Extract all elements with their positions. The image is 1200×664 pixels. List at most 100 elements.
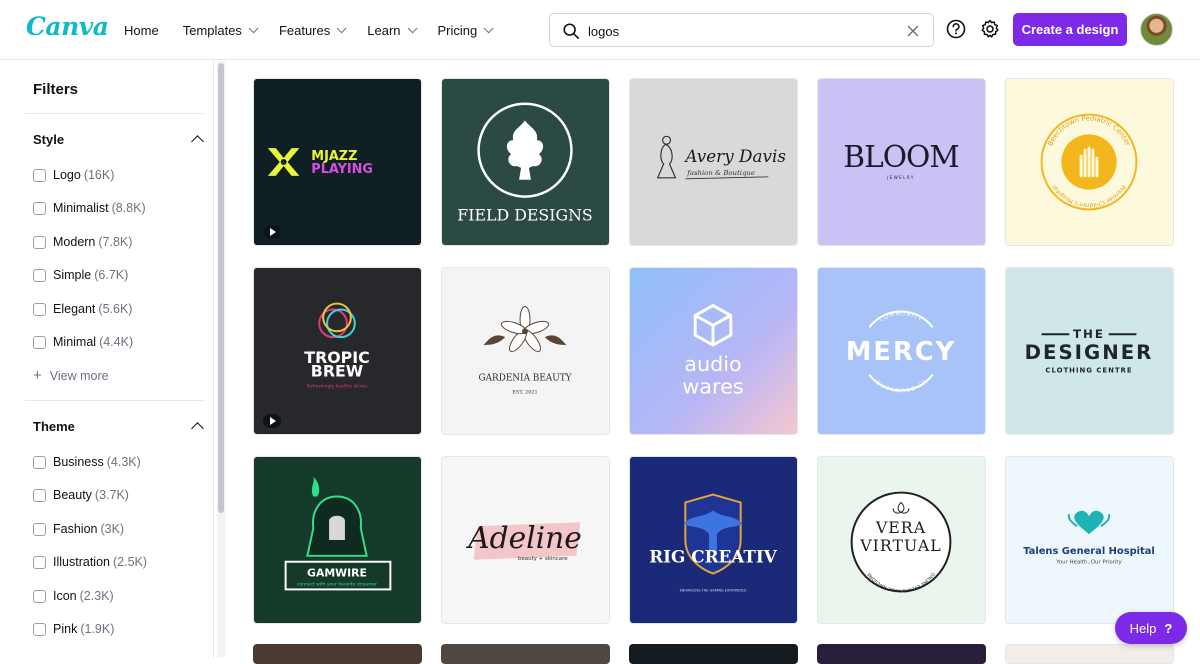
option-count: (3K)	[100, 522, 125, 536]
rig-creativ-artwork: RIG CREATIV ENHANCING THE GAMING EXPERIE…	[630, 457, 797, 623]
template-card-mjazz[interactable]: MJAZZ PLAYING	[253, 78, 422, 246]
template-card-mercy[interactable]: MERCY COMMUNITY OF BELIEVERS	[817, 267, 986, 435]
mjazz-artwork: MJAZZ PLAYING	[254, 79, 421, 245]
template-card-avery-davis[interactable]: Avery Davis fashion & Boutique	[629, 78, 798, 246]
search-input[interactable]	[588, 20, 888, 42]
view-more-label: View more	[49, 369, 109, 383]
nav-pricing[interactable]: Pricing	[426, 0, 503, 60]
checkbox[interactable]	[33, 622, 46, 636]
template-card-partial[interactable]	[253, 644, 422, 664]
template-card-tropic-brew[interactable]: TROPIC BREW Refreshingly healthy drinks	[253, 267, 422, 435]
checkbox[interactable]	[33, 522, 46, 536]
tropic-tagline: Refreshingly healthy drinks	[307, 384, 368, 390]
chevron-down-icon	[336, 22, 347, 33]
theme-heading[interactable]: Theme	[33, 419, 75, 434]
checkbox[interactable]	[33, 335, 46, 349]
view-more-link[interactable]: + View more	[33, 367, 109, 384]
nav-templates[interactable]: Templates	[171, 0, 267, 60]
tropic-line-2: BREW	[311, 362, 363, 381]
divider	[25, 113, 205, 114]
talens-artwork: Talens General Hospital Your Health, Our…	[1006, 457, 1173, 623]
adeline-name: Adeline	[465, 520, 581, 555]
checkbox[interactable]	[33, 302, 46, 316]
template-card-bloom[interactable]: BLOOM JEWELRY	[817, 78, 986, 246]
template-card-gamwire[interactable]: GAMWIRE connect with your favorite strea…	[253, 456, 422, 624]
template-card-gardenia[interactable]: GARDENIA BEAUTY EST. 2021	[441, 267, 610, 435]
filter-theme-pink[interactable]: Pink (1.9K)	[33, 622, 114, 636]
canva-logo[interactable]: Canva	[26, 12, 109, 41]
checkbox[interactable]	[33, 168, 46, 182]
plus-icon: +	[33, 367, 42, 384]
search-icon	[563, 23, 580, 40]
tropic-brew-artwork: TROPIC BREW Refreshingly healthy drinks	[254, 268, 421, 434]
template-card-vera-virtual[interactable]: VERA VIRTUAL ONLINE EVENTS MADE AWESOME	[817, 456, 986, 624]
checkbox[interactable]	[33, 555, 46, 569]
template-card-talens[interactable]: Talens General Hospital Your Health, Our…	[1005, 456, 1174, 624]
template-card-partial[interactable]	[629, 644, 798, 664]
option-label: Icon	[53, 589, 77, 603]
template-card-rig-creativ[interactable]: RIG CREATIV ENHANCING THE GAMING EXPERIE…	[629, 456, 798, 624]
avery-davis-sub: fashion & Boutique	[686, 169, 755, 177]
field-designs-artwork: FIELD DESIGNS	[442, 79, 609, 245]
option-label: Fashion	[53, 522, 98, 536]
filter-theme-business[interactable]: Business (4.3K)	[33, 455, 141, 469]
gardenia-est: EST. 2021	[512, 389, 537, 395]
template-card-partial[interactable]	[1005, 644, 1174, 664]
chevron-up-icon[interactable]	[191, 422, 204, 435]
filter-style-elegant[interactable]: Elegant (5.6K)	[33, 302, 132, 316]
checkbox[interactable]	[33, 235, 46, 249]
option-count: (8.8K)	[111, 201, 146, 215]
option-count: (6.7K)	[94, 268, 129, 282]
top-bar: Canva Home Templates Features Learn Pric…	[0, 0, 1200, 60]
question-circle-icon[interactable]	[945, 18, 967, 40]
filter-style-simple[interactable]: Simple (6.7K)	[33, 268, 128, 282]
nav-pricing-label: Pricing	[437, 22, 478, 38]
style-heading[interactable]: Style	[33, 132, 64, 147]
checkbox[interactable]	[33, 488, 46, 502]
filter-style-minimalist[interactable]: Minimalist (8.8K)	[33, 201, 146, 215]
filters-title: Filters	[33, 81, 79, 98]
avery-davis-name: Avery Davis	[683, 146, 786, 166]
option-count: (3.7K)	[94, 488, 129, 502]
template-card-beechtown[interactable]: Beechtown Pediatric Center Premier Child…	[1005, 78, 1174, 246]
checkbox[interactable]	[33, 201, 46, 215]
help-button[interactable]: Help ?	[1115, 612, 1187, 644]
nav-features[interactable]: Features	[267, 0, 355, 60]
filter-theme-illustration[interactable]: Illustration (2.5K)	[33, 555, 147, 569]
mercy-title: MERCY	[846, 337, 956, 367]
template-card-partial[interactable]	[817, 644, 986, 664]
nav-learn[interactable]: Learn	[355, 0, 425, 60]
filter-style-minimal[interactable]: Minimal (4.4K)	[33, 335, 133, 349]
filter-style-modern[interactable]: Modern (7.8K)	[33, 235, 132, 249]
search-bar	[549, 13, 934, 47]
template-card-audio-wares[interactable]: audio wares	[629, 267, 798, 435]
talens-sub: Your Health, Our Priority	[1055, 560, 1122, 566]
audio-wares-artwork: audio wares	[630, 268, 797, 434]
checkbox[interactable]	[33, 455, 46, 469]
template-card-adeline[interactable]: Adeline beauty + skincare	[441, 456, 610, 624]
avatar[interactable]	[1140, 13, 1173, 46]
filter-theme-icon[interactable]: Icon (2.3K)	[33, 589, 114, 603]
checkbox[interactable]	[33, 268, 46, 282]
nav-home[interactable]: Home	[112, 0, 171, 60]
filters-sidebar: Filters Style Logo (16K) Minimalist (8.8K)…	[0, 61, 214, 658]
avery-davis-artwork: Avery Davis fashion & Boutique	[630, 79, 797, 245]
bloom-artwork: BLOOM JEWELRY	[818, 79, 985, 245]
gamwire-title: GAMWIRE	[307, 567, 367, 580]
create-design-button[interactable]: Create a design	[1013, 13, 1127, 46]
sidebar-scrollbar[interactable]	[217, 61, 225, 658]
option-label: Illustration	[53, 555, 110, 569]
scrollbar-thumb[interactable]	[218, 63, 224, 513]
template-card-partial[interactable]	[441, 644, 610, 664]
nav-home-label: Home	[124, 22, 159, 38]
audio-line-2: wares	[682, 374, 743, 398]
filter-style-logo[interactable]: Logo (16K)	[33, 168, 114, 182]
chevron-up-icon[interactable]	[191, 135, 204, 148]
template-card-the-designer[interactable]: THE DESIGNER CLOTHING CENTRE	[1005, 267, 1174, 435]
checkbox[interactable]	[33, 589, 46, 603]
filter-theme-beauty[interactable]: Beauty (3.7K)	[33, 488, 129, 502]
gear-icon[interactable]	[979, 18, 1001, 40]
filter-theme-fashion[interactable]: Fashion (3K)	[33, 522, 124, 536]
close-icon[interactable]	[905, 23, 921, 39]
template-card-field-designs[interactable]: FIELD DESIGNS	[441, 78, 610, 246]
